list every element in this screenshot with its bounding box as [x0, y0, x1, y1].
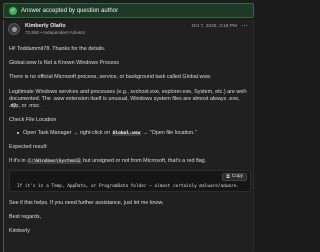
- answer-frame: ✓ Answer accepted by question author Kim…: [0, 0, 257, 252]
- author-name[interactable]: Kimberly Olaño: [25, 23, 85, 29]
- paragraph-2-line-3: .sys, or .msc.: [9, 103, 41, 109]
- copy-icon: ⧉: [226, 173, 230, 180]
- avatar[interactable]: [8, 23, 20, 35]
- check-heading: Check File Location: [9, 117, 57, 123]
- expected-result: Expected result:: [9, 144, 48, 150]
- post-header: Kimberly Olaño 72,550 • Independent Advi…: [8, 21, 249, 41]
- heading: Global.wsw Is Not a Known Windows Proces…: [9, 60, 119, 66]
- paragraph-1: There is no official Microsoft process, …: [9, 74, 212, 80]
- checkmark-icon: ✓: [9, 6, 17, 15]
- author-meta: 72,550 • Independent Advisor: [25, 30, 86, 35]
- if-text-b: but unsigned or not from Microsoft, that…: [81, 158, 207, 164]
- answer-card: Kimberly Olaño 72,550 • Independent Advi…: [3, 20, 254, 252]
- code-block: ⧉ Copy If it's in a Temp, AppData, or Pr…: [9, 170, 251, 192]
- code-text: If it's in a Temp, AppData, or ProgramDa…: [17, 184, 240, 189]
- inline-code: Global.wsw: [111, 131, 142, 136]
- copy-button[interactable]: ⧉ Copy: [222, 173, 247, 181]
- copy-label: Copy: [231, 174, 243, 180]
- greeting: Hi! Toddammit78. Thanks for the details.: [9, 46, 106, 52]
- accepted-answer-banner: ✓ Answer accepted by question author: [3, 3, 254, 18]
- inline-code-path: C:\Windows\System32: [27, 159, 82, 164]
- more-options-icon[interactable]: …: [241, 21, 248, 28]
- post-date: Oct 7, 2025, 3:18 PM: [191, 24, 237, 29]
- if-text-a: If it's in: [9, 158, 28, 164]
- banner-text: Answer accepted by question author: [21, 7, 119, 14]
- bullet-text-a: Open Task Manager → right-click on: [23, 130, 112, 136]
- signature: Kimberly: [9, 228, 30, 234]
- regards: Best regards,: [9, 214, 42, 220]
- help-line: See if this helps. If you need further a…: [9, 200, 164, 206]
- list-item: Open Task Manager → right-click on Globa…: [17, 130, 249, 137]
- if-line: If it's in C:\Windows\System32 but unsig…: [9, 158, 249, 165]
- bullet-text-b: → "Open file location.": [141, 130, 197, 136]
